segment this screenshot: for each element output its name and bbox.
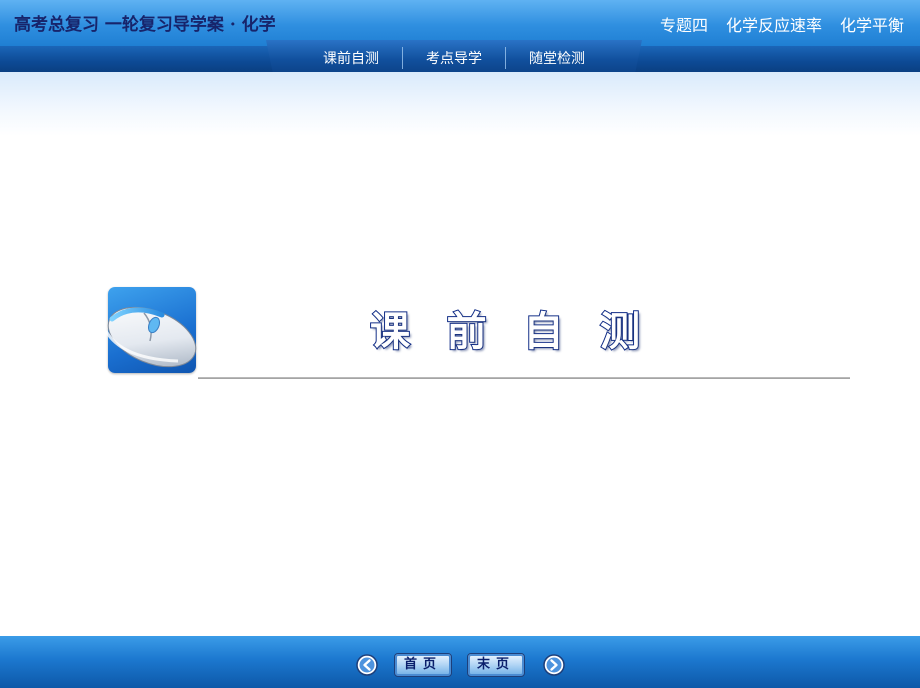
section-title: 课 前 自 测 (369, 298, 641, 358)
computer-mouse-icon (104, 306, 197, 368)
section-title-char: 课 (369, 308, 411, 356)
section-title-char: 自 (522, 308, 564, 356)
section-title-char: 测 (599, 308, 641, 356)
section-divider (198, 377, 850, 379)
topic-part: 化学平衡 (839, 16, 904, 35)
tab-in-class-test[interactable]: 随堂检测 (506, 48, 608, 68)
first-page-button[interactable]: 首页 (394, 653, 452, 677)
header-gradient-fade (0, 72, 920, 136)
section-title-char: 前 (446, 308, 488, 356)
section-nav: 课前自测 考点导学 随堂检测 (266, 40, 642, 76)
header-bar: 高考总复习 一轮复习导学案 · 化学 专题四 化学反应速率 化学平衡 (0, 0, 920, 46)
last-page-button[interactable]: 末页 (467, 653, 525, 677)
topic-part: 化学反应速率 (725, 16, 822, 35)
tab-key-points[interactable]: 考点导学 (403, 48, 505, 68)
course-title: 高考总复习 一轮复习导学案 · 化学 (14, 15, 276, 35)
arrow-right-circle-icon[interactable] (543, 654, 565, 676)
tab-divider (402, 47, 403, 69)
arrow-left-circle-icon[interactable] (356, 654, 378, 676)
tab-divider (505, 47, 506, 69)
topic-title: 专题四 化学反应速率 化学平衡 (660, 12, 904, 36)
tab-pre-class-test[interactable]: 课前自测 (300, 48, 402, 68)
topic-part: 专题四 (659, 16, 708, 35)
footer-bar (0, 636, 920, 688)
